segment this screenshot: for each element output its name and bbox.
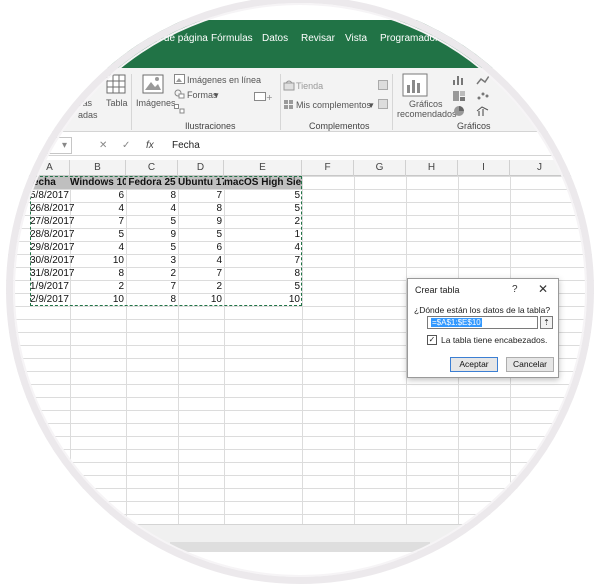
column-header-h[interactable]: H bbox=[406, 160, 458, 176]
store-icon bbox=[283, 80, 295, 91]
gridline bbox=[302, 176, 303, 536]
tab-diseno-de-pagina[interactable]: Diseño de página bbox=[130, 33, 208, 44]
ilustraciones-group-label: Ilustraciones bbox=[185, 121, 236, 131]
column-header-g[interactable]: G bbox=[354, 160, 406, 176]
my-addins-icon bbox=[284, 100, 293, 109]
tab-datos[interactable]: Datos bbox=[262, 33, 288, 44]
combo-chart-icon[interactable] bbox=[476, 105, 490, 117]
collapse-dialog-icon[interactable]: ⇡ bbox=[540, 316, 553, 329]
graficos-recomendados-label-2[interactable]: recomendados bbox=[397, 109, 457, 119]
imagenes-button-label[interactable]: Imágenes bbox=[136, 98, 176, 108]
hierarchy-chart-icon[interactable] bbox=[452, 90, 466, 102]
svg-text:+: + bbox=[266, 93, 272, 102]
column-header-d[interactable]: D bbox=[178, 160, 224, 176]
line-chart-icon[interactable] bbox=[476, 74, 490, 86]
ribbon-separator bbox=[280, 74, 281, 130]
chevron-down-icon[interactable]: ▾ bbox=[214, 90, 219, 101]
insert-function-icon[interactable]: fx bbox=[146, 140, 154, 151]
has-headers-checkbox[interactable]: ✓ bbox=[427, 335, 437, 345]
tab-revisar[interactable]: Revisar bbox=[301, 33, 335, 44]
mis-complementos-button[interactable]: Mis complementos bbox=[296, 100, 371, 110]
column-header-j[interactable]: J bbox=[510, 160, 570, 176]
imagenes-en-linea-button[interactable]: Imágenes en línea bbox=[187, 75, 261, 85]
column-chart-icon[interactable] bbox=[452, 74, 466, 86]
help-icon[interactable]: ? bbox=[512, 284, 518, 295]
column-header-f[interactable]: F bbox=[302, 160, 354, 176]
gridline bbox=[354, 176, 355, 536]
selection-marquee bbox=[30, 176, 302, 306]
ribbon-separator bbox=[131, 74, 132, 130]
pie-chart-icon[interactable] bbox=[452, 105, 466, 117]
online-pictures-icon bbox=[174, 74, 185, 84]
column-header-b[interactable]: B bbox=[70, 160, 126, 176]
tab-formulas[interactable]: Fórmulas bbox=[211, 33, 253, 44]
bing-maps-icon[interactable] bbox=[378, 80, 388, 90]
column-header-c[interactable]: C bbox=[126, 160, 178, 176]
table-icon[interactable] bbox=[106, 74, 126, 94]
range-input[interactable]: =$A$1:$E$10 bbox=[427, 316, 538, 329]
scatter-chart-icon[interactable] bbox=[476, 90, 490, 102]
range-question-label: ¿Dónde están los datos de la tabla? bbox=[414, 305, 551, 315]
formas-button[interactable]: Formas bbox=[187, 90, 218, 100]
name-box-dropdown-icon[interactable]: ▾ bbox=[62, 140, 67, 151]
has-headers-label[interactable]: La tabla tiene encabezados. bbox=[441, 335, 547, 345]
complementos-group-label: Complementos bbox=[309, 121, 370, 131]
formula-bar bbox=[6, 134, 594, 156]
dialog-title: Crear tabla bbox=[415, 285, 460, 295]
close-icon[interactable]: ✕ bbox=[538, 282, 548, 296]
graficos-group-label: Gráficos bbox=[457, 121, 491, 131]
graficos-recomendados-label-1[interactable]: Gráficos bbox=[409, 99, 443, 109]
range-input-value: =$A$1:$E$10 bbox=[431, 318, 482, 327]
tab-programador[interactable]: Programador bbox=[380, 33, 438, 44]
crear-tabla-dialog: Crear tabla ? ✕ ¿Dónde están los datos d… bbox=[407, 278, 559, 378]
stage: Diseño de página Fórmulas Datos Revisar … bbox=[0, 0, 599, 584]
accept-button[interactable]: Aceptar bbox=[450, 357, 498, 372]
tienda-button[interactable]: Tienda bbox=[296, 81, 323, 91]
column-header-i[interactable]: I bbox=[458, 160, 510, 176]
magnifier-lens: Diseño de página Fórmulas Datos Revisar … bbox=[6, 0, 594, 584]
ribbon-tables-partial-label-2: adas bbox=[78, 110, 98, 120]
horizontal-scrollbar[interactable] bbox=[170, 542, 430, 552]
column-header-a[interactable]: A bbox=[30, 160, 70, 176]
formula-input[interactable]: Fecha bbox=[172, 140, 200, 151]
excel-window: Diseño de página Fórmulas Datos Revisar … bbox=[6, 0, 594, 584]
cancel-button[interactable]: Cancelar bbox=[506, 357, 554, 372]
recommended-charts-icon[interactable] bbox=[402, 73, 428, 97]
cancel-icon[interactable]: ✕ bbox=[99, 140, 107, 151]
ribbon-separator bbox=[392, 74, 393, 130]
tabla-button-label[interactable]: Tabla bbox=[106, 98, 128, 108]
ribbon-tables-partial-label: icas bbox=[76, 98, 93, 108]
people-graph-icon[interactable] bbox=[378, 99, 388, 109]
pictures-icon[interactable] bbox=[142, 74, 164, 94]
smartart-icon[interactable] bbox=[174, 104, 185, 114]
ribbon-tab-bar bbox=[6, 20, 594, 68]
confirm-icon[interactable]: ✓ bbox=[122, 140, 130, 151]
shapes-icon bbox=[174, 89, 185, 99]
screenshot-icon[interactable]: + bbox=[254, 92, 272, 102]
chevron-down-icon[interactable]: ▾ bbox=[369, 100, 374, 111]
column-header-e[interactable]: E bbox=[224, 160, 302, 176]
tab-vista[interactable]: Vista bbox=[345, 33, 367, 44]
